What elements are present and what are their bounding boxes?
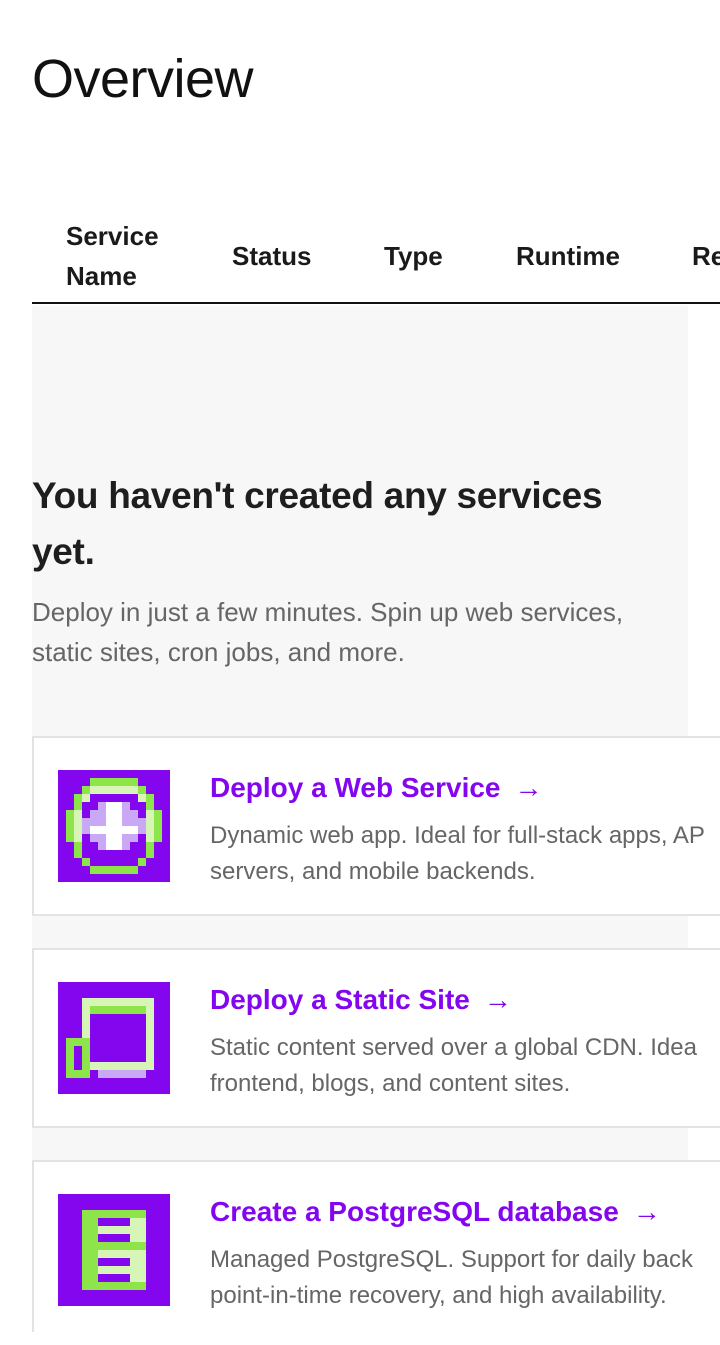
arrow-right-icon: → — [632, 1196, 661, 1227]
column-header-type[interactable]: Type — [384, 236, 443, 276]
deploy-static-site-description-line1: Static content served over a global CDN.… — [210, 1034, 697, 1061]
empty-state-heading: You haven't created any services yet. — [32, 468, 672, 580]
deploy-web-service-description-line1: Dynamic web app. Ideal for full-stack ap… — [210, 822, 705, 849]
empty-state-heading-line2: yet. — [32, 531, 95, 572]
create-postgresql-description-line1: Managed PostgreSQL. Support for daily ba… — [210, 1246, 693, 1273]
create-postgresql-link[interactable]: Create a PostgreSQL database → — [210, 1196, 661, 1228]
deploy-static-site-card[interactable]: Deploy a Static Site → Static content ser… — [32, 948, 720, 1128]
deploy-web-service-description-line2: servers, and mobile backends. — [210, 858, 536, 885]
empty-state-subtext: Deploy in just a few minutes. Spin up we… — [32, 592, 672, 672]
column-header-service-name[interactable]: Service Name — [66, 216, 186, 296]
arrow-right-icon: → — [514, 772, 543, 803]
database-icon — [58, 1194, 170, 1306]
create-postgresql-title: Create a PostgreSQL database — [210, 1196, 619, 1227]
deploy-static-site-description-line2: frontend, blogs, and content sites. — [210, 1070, 571, 1097]
deploy-static-site-title: Deploy a Static Site — [210, 984, 470, 1015]
page-title: Overview — [32, 49, 254, 109]
create-postgresql-description: Managed PostgreSQL. Support for daily ba… — [210, 1242, 720, 1314]
empty-state-subtext-line2: static sites, cron jobs, and more. — [32, 637, 405, 667]
deploy-web-service-card[interactable]: Deploy a Web Service → Dynamic web app. I… — [32, 736, 720, 916]
deploy-web-service-link[interactable]: Deploy a Web Service → — [210, 772, 543, 804]
create-postgresql-description-line2: point-in-time recovery, and high availab… — [210, 1282, 667, 1309]
deploy-static-site-link[interactable]: Deploy a Static Site → — [210, 984, 512, 1016]
arrow-right-icon: → — [483, 984, 512, 1015]
deploy-web-service-description: Dynamic web app. Ideal for full-stack ap… — [210, 818, 720, 890]
deploy-static-site-description: Static content served over a global CDN.… — [210, 1030, 720, 1102]
browser-window-icon — [58, 982, 170, 1094]
column-header-runtime[interactable]: Runtime — [516, 236, 620, 276]
empty-state-subtext-line1: Deploy in just a few minutes. Spin up we… — [32, 597, 624, 627]
empty-state-heading-line1: You haven't created any services — [32, 475, 603, 516]
services-table-header: Service Name Status Type Runtime Re — [32, 216, 720, 304]
deploy-web-service-title: Deploy a Web Service — [210, 772, 501, 803]
column-header-status[interactable]: Status — [232, 236, 311, 276]
column-header-region[interactable]: Re — [692, 236, 720, 276]
globe-icon — [58, 770, 170, 882]
create-postgresql-card[interactable]: Create a PostgreSQL database → Managed Po… — [32, 1160, 720, 1332]
